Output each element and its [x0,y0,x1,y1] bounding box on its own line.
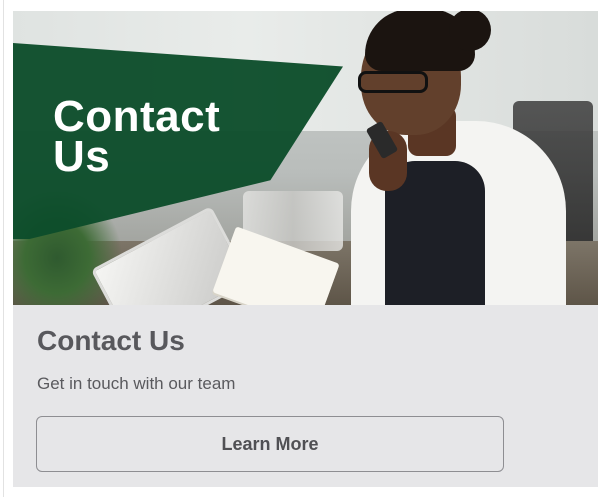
learn-more-button[interactable]: Learn More [36,416,504,472]
hero-title: Contact Us [53,92,221,181]
card-title: Contact Us [37,325,185,356]
page-edge [3,0,4,497]
card-subtitle: Get in touch with our team [37,374,236,393]
person-hair-bun [449,11,491,51]
hero-image: Contact Us [13,11,598,305]
glasses [358,71,428,93]
hero-title-line1: Contact [53,92,221,141]
hero-title-line2: Us [53,132,111,181]
contact-card: Contact Us Contact Us Get in touch with … [13,11,598,487]
card-content: Contact Us Get in touch with our team Le… [13,305,598,487]
